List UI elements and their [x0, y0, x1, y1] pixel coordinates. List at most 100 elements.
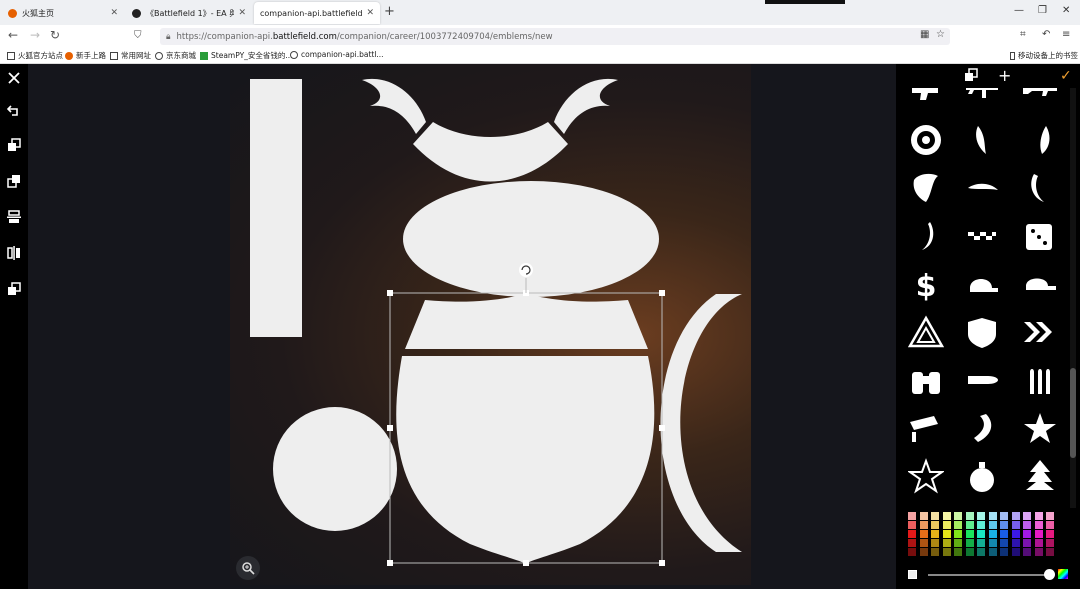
color-swatch[interactable]	[919, 512, 928, 520]
shape-lens[interactable]	[403, 181, 659, 297]
color-swatch[interactable]	[988, 512, 997, 520]
color-palette[interactable]	[908, 512, 1060, 558]
color-swatch[interactable]	[1046, 512, 1054, 520]
color-swatch[interactable]	[919, 548, 928, 556]
color-swatch[interactable]	[942, 539, 951, 547]
color-swatch[interactable]	[1034, 548, 1043, 556]
qr-code-icon[interactable]: ▦	[920, 29, 929, 40]
undo-icon[interactable]	[6, 102, 22, 118]
color-swatch[interactable]	[1011, 539, 1020, 547]
color-swatch[interactable]	[954, 512, 962, 520]
tab-firefox-home[interactable]: 火狐主页 ✕	[2, 2, 124, 24]
color-swatch[interactable]	[988, 548, 997, 556]
opacity-slider-track[interactable]	[928, 574, 1046, 576]
dollar-icon[interactable]: $	[906, 264, 946, 304]
color-swatch[interactable]	[931, 539, 939, 547]
binoculars-icon[interactable]	[906, 360, 946, 400]
laurel-icon[interactable]	[1020, 168, 1060, 208]
camera-icon[interactable]	[906, 408, 946, 448]
color-swatch[interactable]	[1034, 539, 1043, 547]
crescent-blade-icon[interactable]	[962, 168, 1002, 208]
color-swatch[interactable]	[942, 548, 951, 556]
tab-companion[interactable]: companion-api.battlefield.com/c ✕	[254, 2, 380, 24]
color-swatch[interactable]	[1023, 539, 1031, 547]
color-swatch[interactable]	[988, 521, 997, 529]
zoom-button[interactable]	[236, 556, 260, 580]
color-swatch[interactable]	[977, 512, 985, 520]
color-swatch[interactable]	[942, 512, 951, 520]
color-swatch[interactable]	[919, 530, 928, 538]
color-swatch[interactable]	[1000, 530, 1008, 538]
bookmark-common-sites[interactable]: 常用网址	[110, 50, 151, 61]
grenade-icon[interactable]	[962, 456, 1002, 496]
plus-icon[interactable]: +	[998, 66, 1011, 85]
triangle-icon[interactable]	[906, 312, 946, 352]
cap-icon[interactable]	[962, 264, 1002, 304]
color-swatch[interactable]	[1023, 530, 1031, 538]
bookmark-companion[interactable]: companion-api.battl...	[290, 50, 384, 59]
send-backward-icon[interactable]	[6, 173, 22, 189]
reload-icon[interactable]: ↻	[50, 28, 60, 42]
wing-right-icon[interactable]	[1020, 120, 1060, 160]
layers-icon[interactable]	[964, 68, 978, 86]
color-swatch[interactable]	[977, 548, 985, 556]
shape-shield-cap[interactable]	[405, 294, 648, 349]
wing-icon[interactable]	[962, 120, 1002, 160]
menu-icon[interactable]: ≡	[1062, 29, 1070, 40]
color-swatch[interactable]	[1046, 539, 1054, 547]
mobile-bookmarks[interactable]: 移动设备上的书签	[1010, 50, 1078, 61]
color-swatch[interactable]	[1011, 530, 1020, 538]
color-swatch[interactable]	[965, 548, 974, 556]
color-swatch[interactable]	[954, 539, 962, 547]
color-swatch[interactable]	[1034, 530, 1043, 538]
color-swatch[interactable]	[988, 530, 997, 538]
canvas-area[interactable]	[28, 64, 896, 589]
color-swatch[interactable]	[965, 521, 974, 529]
smg-icon[interactable]	[962, 88, 1002, 112]
color-swatch[interactable]	[954, 530, 962, 538]
shape-horn-right[interactable]	[554, 78, 618, 134]
color-swatch[interactable]	[1034, 521, 1043, 529]
color-swatch[interactable]	[988, 539, 997, 547]
new-tab-button[interactable]: +	[384, 4, 395, 19]
color-swatch[interactable]	[1000, 548, 1008, 556]
color-swatch[interactable]	[908, 521, 916, 529]
color-swatch[interactable]	[1034, 512, 1043, 520]
color-swatch[interactable]	[1046, 530, 1054, 538]
bullet-icon[interactable]	[962, 360, 1002, 400]
color-swatch[interactable]	[919, 539, 928, 547]
emblem-canvas[interactable]	[230, 64, 751, 585]
share-back-icon[interactable]: ↶	[1042, 29, 1050, 40]
color-swatch[interactable]	[1011, 521, 1020, 529]
color-swatch[interactable]	[931, 512, 939, 520]
rifle-icon[interactable]	[1020, 88, 1060, 112]
opacity-slider-knob[interactable]	[1044, 569, 1055, 580]
color-swatch[interactable]	[1000, 512, 1008, 520]
minimize-icon[interactable]: —	[1014, 5, 1024, 16]
color-swatch[interactable]	[1011, 548, 1020, 556]
scroll-thumb[interactable]	[1070, 368, 1076, 458]
cap-side-icon[interactable]	[1020, 264, 1060, 304]
forward-icon[interactable]: →	[30, 28, 40, 42]
close-icon[interactable]	[6, 70, 22, 86]
color-swatch[interactable]	[1023, 548, 1031, 556]
shape-horn-left[interactable]	[362, 78, 426, 134]
color-picker-icon[interactable]	[1058, 569, 1068, 579]
restore-icon[interactable]: ❐	[1038, 5, 1047, 16]
color-swatch[interactable]	[954, 521, 962, 529]
rotate-handle-icon[interactable]	[519, 263, 533, 277]
bookmark-jd[interactable]: 京东商城	[155, 50, 196, 61]
color-swatch[interactable]	[965, 530, 974, 538]
color-swatch[interactable]	[908, 539, 916, 547]
color-swatch[interactable]	[977, 539, 985, 547]
color-swatch[interactable]	[1011, 512, 1020, 520]
current-color-chip[interactable]	[908, 570, 917, 579]
color-swatch[interactable]	[1023, 512, 1031, 520]
color-swatch[interactable]	[1000, 521, 1008, 529]
color-swatch[interactable]	[919, 521, 928, 529]
color-swatch[interactable]	[908, 548, 916, 556]
color-swatch[interactable]	[942, 530, 951, 538]
star-outline-icon[interactable]	[906, 456, 946, 496]
shape-circle[interactable]	[273, 407, 397, 531]
color-swatch[interactable]	[1046, 548, 1054, 556]
